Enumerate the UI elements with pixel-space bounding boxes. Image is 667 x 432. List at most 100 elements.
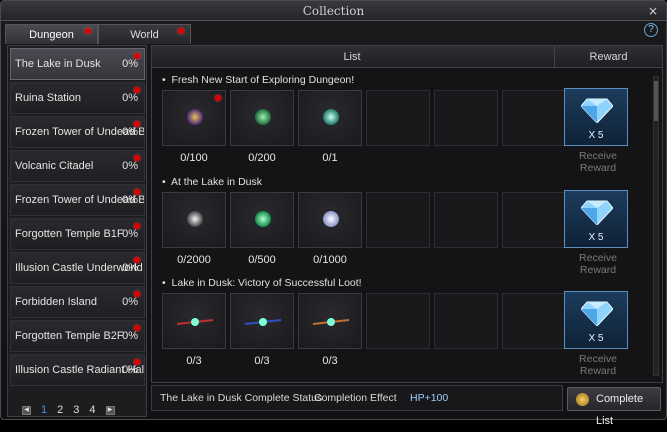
item-count: 0/1 <box>322 152 338 164</box>
complete-list-button[interactable]: Complete List <box>567 387 661 427</box>
notification-dot-icon <box>134 257 140 263</box>
item-slot[interactable] <box>298 293 362 349</box>
page-2[interactable]: 2 <box>57 404 63 416</box>
reward-quantity: X 5 <box>588 232 604 243</box>
notification-dot-icon <box>134 359 140 365</box>
collection-list-panel: List Reward • Fresh New Start of Explori… <box>151 45 663 383</box>
item-gem-icon <box>255 211 271 227</box>
notification-dot-icon <box>134 325 140 331</box>
scrollbar-thumb[interactable] <box>654 81 658 121</box>
item-count: 0/1000 <box>313 254 347 266</box>
completion-effect-label: Completion Effect <box>314 392 397 404</box>
list-column-header: List <box>343 51 361 63</box>
list-scrollbar[interactable] <box>653 76 659 376</box>
item-slot[interactable] <box>162 293 226 349</box>
reward-diamond-slot[interactable]: X 5 <box>564 190 628 248</box>
close-icon[interactable]: × <box>648 1 658 21</box>
item-count: 0/3 <box>322 355 338 367</box>
sidebar-item-label: Forgotten Temple B1F <box>15 228 124 240</box>
sidebar-item-frozen-tower-b2f[interactable]: Frozen Tower of Undead B2F 0% <box>10 184 145 216</box>
page-1[interactable]: 1 <box>41 404 47 416</box>
sidebar-item-forbidden-island[interactable]: Forbidden Island 0% <box>10 286 145 318</box>
section-title: • Lake in Dusk: Victory of Successful Lo… <box>162 277 362 289</box>
notification-dot-icon <box>134 189 140 195</box>
notification-dot-icon <box>134 223 140 229</box>
item-count: 0/500 <box>248 254 276 266</box>
complete-status: The Lake in Dusk Complete Status <box>160 392 323 404</box>
reward-diamond-slot[interactable]: X 5 <box>564 291 628 349</box>
empty-slot <box>434 293 498 349</box>
item-slot[interactable] <box>162 192 226 248</box>
weapon-icon <box>176 318 214 326</box>
tab-dungeon[interactable]: Dungeon <box>5 24 98 44</box>
item-slot[interactable] <box>230 192 294 248</box>
list-header: List Reward <box>152 46 662 68</box>
item-count: 0/2000 <box>177 254 211 266</box>
section-title: • At the Lake in Dusk <box>162 176 262 188</box>
sidebar-item-label: Volcanic Citadel <box>15 160 94 172</box>
prev-page-icon[interactable]: ◀ <box>22 405 31 415</box>
item-slot[interactable] <box>230 90 294 146</box>
sidebar-item-lake-in-dusk[interactable]: The Lake in Dusk 0% <box>10 48 145 80</box>
item-count: 0/3 <box>254 355 270 367</box>
reward-diamond-slot[interactable]: X 5 <box>564 88 628 146</box>
diamond-icon <box>581 301 613 326</box>
notification-dot-icon <box>134 87 140 93</box>
section-title: • Fresh New Start of Exploring Dungeon! <box>162 74 355 86</box>
collection-section: • At the Lake in Dusk 0/2000 0/500 0/100… <box>152 176 652 276</box>
notification-dot-icon <box>134 291 140 297</box>
item-slot[interactable] <box>162 90 226 146</box>
notification-dot-icon <box>85 28 91 34</box>
sidebar-item-illusion-castle-underworld[interactable]: Illusion Castle Underworld 0% <box>10 252 145 284</box>
receive-reward-button[interactable]: Receive Reward <box>560 252 636 276</box>
sidebar-item-illusion-castle-radiant-hall[interactable]: Illusion Castle Radiant Hall 0% <box>10 354 145 386</box>
tab-world-label: World <box>130 29 159 41</box>
notification-dot-icon <box>215 95 221 101</box>
title-bar[interactable]: Collection × <box>1 1 666 21</box>
sidebar-item-label: Forgotten Temple B2F <box>15 330 124 342</box>
tab-bar: Dungeon World <box>5 24 191 44</box>
empty-slot <box>502 90 566 146</box>
empty-slot <box>366 90 430 146</box>
sidebar-item-frozen-tower-b1f[interactable]: Frozen Tower of Undead B1F 0% <box>10 116 145 148</box>
window-title: Collection <box>302 4 365 18</box>
completion-effect-value: HP+100 <box>410 392 449 404</box>
sidebar-item-volcanic-citadel[interactable]: Volcanic Citadel 0% <box>10 150 145 182</box>
sidebar-item-label: The Lake in Dusk <box>15 58 101 70</box>
page-4[interactable]: 4 <box>89 404 95 416</box>
sidebar-item-label: Ruina Station <box>15 92 82 104</box>
sidebar-item-forgotten-temple-b2f[interactable]: Forgotten Temple B2F 0% <box>10 320 145 352</box>
reward-quantity: X 5 <box>588 130 604 141</box>
item-gem-icon <box>323 211 339 227</box>
notification-dot-icon <box>134 53 140 59</box>
sidebar-item-label: Forbidden Island <box>15 296 97 308</box>
reward-column-header: Reward <box>554 46 662 68</box>
empty-slot <box>434 192 498 248</box>
item-gem-icon <box>255 109 271 125</box>
pagination: ◀ 1 2 3 4 ▶ <box>22 402 142 418</box>
item-count: 0/200 <box>248 152 276 164</box>
item-slot[interactable] <box>230 293 294 349</box>
receive-reward-button[interactable]: Receive Reward <box>560 150 636 174</box>
notification-dot-icon <box>178 28 184 34</box>
sidebar-item-ruina-station[interactable]: Ruina Station 0% <box>10 82 145 114</box>
notification-dot-icon <box>134 121 140 127</box>
tab-world[interactable]: World <box>98 24 191 44</box>
tab-dungeon-label: Dungeon <box>29 29 74 41</box>
page-3[interactable]: 3 <box>73 404 79 416</box>
item-slot[interactable] <box>298 90 362 146</box>
weapon-icon <box>244 318 282 326</box>
reward-quantity: X 5 <box>588 333 604 344</box>
item-count: 0/100 <box>180 152 208 164</box>
sidebar-item-forgotten-temple-b1f[interactable]: Forgotten Temple B1F 0% <box>10 218 145 250</box>
next-page-icon[interactable]: ▶ <box>105 405 115 415</box>
diamond-icon <box>581 200 613 225</box>
item-slot[interactable] <box>298 192 362 248</box>
collection-window: Collection × Dungeon World ? The Lake in… <box>0 0 667 427</box>
item-gem-icon <box>187 109 203 125</box>
item-gem-icon <box>187 211 203 227</box>
help-icon[interactable]: ? <box>644 23 658 37</box>
item-count: 0/3 <box>186 355 202 367</box>
receive-reward-button[interactable]: Receive Reward <box>560 353 636 377</box>
weapon-icon <box>312 318 350 326</box>
